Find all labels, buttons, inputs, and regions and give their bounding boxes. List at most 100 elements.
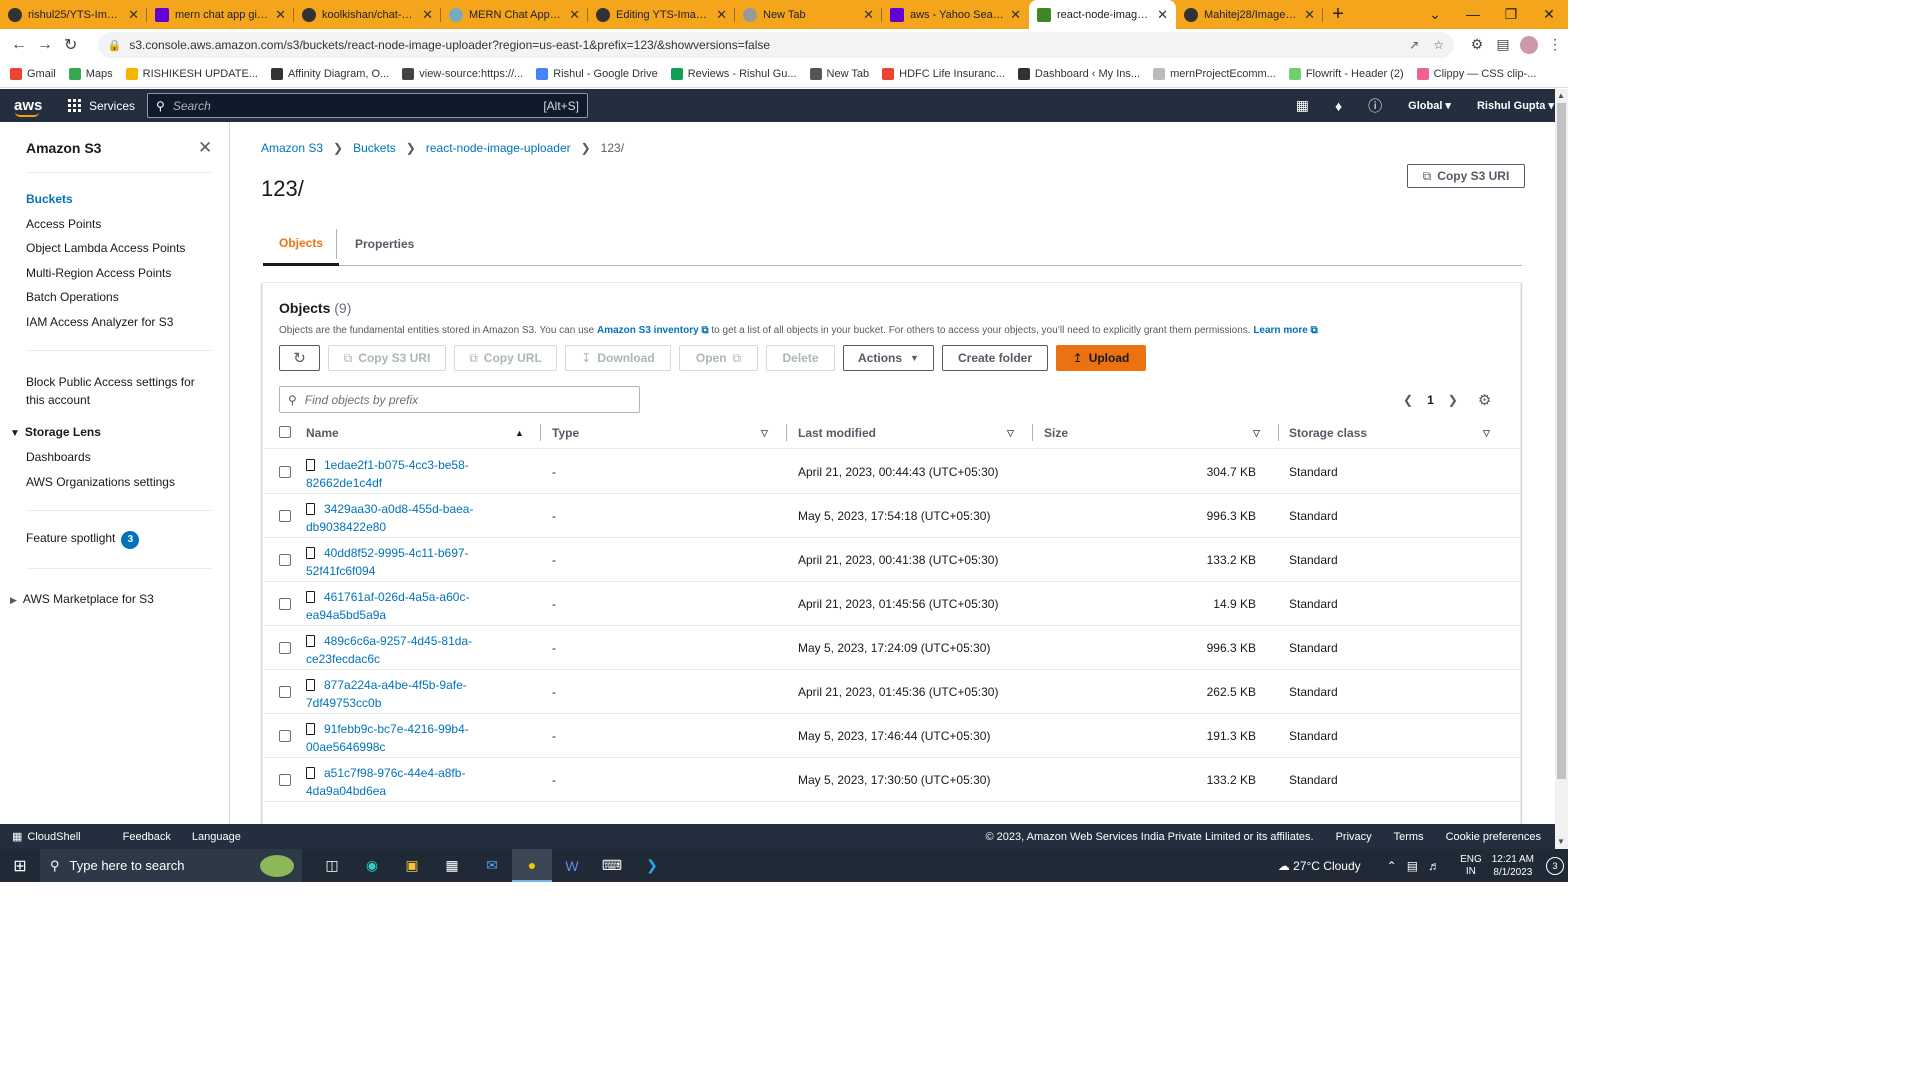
- column-header-storage-class[interactable]: Storage class ▽: [1289, 426, 1490, 440]
- url-text[interactable]: s3.console.aws.amazon.com/s3/buckets/rea…: [129, 38, 1395, 52]
- cloudshell-icon[interactable]: ▦: [1296, 97, 1309, 114]
- column-header-last-modified[interactable]: Last modified ▽: [798, 426, 1014, 440]
- sidebar-item-block-public-access[interactable]: Block Public Access settings for this ac…: [26, 373, 195, 409]
- storage-lens-section[interactable]: ▼ Storage Lens: [10, 425, 101, 439]
- row-checkbox[interactable]: [279, 466, 291, 478]
- sidebar-item-object-lambda[interactable]: Object Lambda Access Points: [26, 241, 185, 255]
- forward-icon[interactable]: →: [32, 36, 58, 54]
- url-bar[interactable]: 🔒 s3.console.aws.amazon.com/s3/buckets/r…: [97, 32, 1454, 58]
- scroll-up-icon[interactable]: ▲: [1557, 91, 1565, 100]
- row-checkbox[interactable]: [279, 554, 291, 566]
- inventory-link[interactable]: Amazon S3 inventory ⧉: [597, 325, 709, 336]
- services-menu[interactable]: Services: [68, 98, 135, 113]
- cookie-preferences-link[interactable]: Cookie preferences: [1446, 831, 1541, 843]
- column-header-size[interactable]: Size ▽: [1044, 426, 1260, 440]
- tab-properties[interactable]: Properties: [339, 222, 430, 265]
- browser-tab[interactable]: react-node-image-upl ✕: [1029, 0, 1176, 29]
- back-icon[interactable]: ←: [6, 36, 32, 54]
- bookmark-item[interactable]: Dashboard ‹ My Ins...: [1017, 68, 1140, 80]
- page-scrollbar[interactable]: ▲ ▼: [1555, 89, 1568, 849]
- language-link[interactable]: Language: [192, 831, 241, 843]
- notifications-bell-icon[interactable]: ♦: [1335, 98, 1342, 114]
- weather-widget[interactable]: ☁ 27°C Cloudy: [1278, 859, 1361, 873]
- feedback-link[interactable]: Feedback: [123, 831, 171, 843]
- browser-tab[interactable]: aws - Yahoo Search Re ✕: [882, 0, 1029, 29]
- bookmark-item[interactable]: Maps: [68, 68, 113, 80]
- sidebar-item-iam-access-analyzer[interactable]: IAM Access Analyzer for S3: [26, 315, 173, 329]
- row-checkbox[interactable]: [279, 642, 291, 654]
- privacy-link[interactable]: Privacy: [1336, 831, 1372, 843]
- column-divider[interactable]: [1032, 424, 1033, 441]
- close-tab-icon[interactable]: ✕: [716, 7, 727, 23]
- bookmark-item[interactable]: HDFC Life Insuranc...: [882, 68, 1005, 80]
- row-checkbox[interactable]: [279, 686, 291, 698]
- settings-gear-icon[interactable]: ⚙: [1478, 391, 1491, 409]
- create-folder-button[interactable]: Create folder: [942, 345, 1048, 371]
- terminal-icon[interactable]: ⌨: [592, 849, 632, 882]
- close-tab-icon[interactable]: ✕: [128, 7, 139, 23]
- next-page-icon[interactable]: ❯: [1448, 393, 1458, 407]
- lock-icon[interactable]: 🔒: [108, 39, 122, 52]
- bookmark-item[interactable]: New Tab: [809, 68, 869, 80]
- object-name-link[interactable]: a51c7f98-976c-44e4-a8fb- 4da9a04bd6ea: [306, 764, 496, 800]
- reload-icon[interactable]: ↻: [58, 35, 84, 55]
- terms-link[interactable]: Terms: [1394, 831, 1424, 843]
- object-name-link[interactable]: 91febb9c-bc7e-4216-99b4- 00ae5646998c: [306, 720, 496, 756]
- object-name-link[interactable]: 489c6c6a-9257-4d45-81da-ce23fecdac6c: [306, 632, 496, 668]
- close-tab-icon[interactable]: ✕: [1157, 7, 1168, 23]
- object-name-link[interactable]: 40dd8f52-9995-4c11-b697- 52f41fc6f094: [306, 544, 496, 580]
- sidebar-icon[interactable]: ▤: [1490, 36, 1516, 54]
- browser-tab[interactable]: MERN Chat App Guide ✕: [441, 0, 588, 29]
- vscode-icon[interactable]: ❯: [632, 849, 672, 882]
- column-divider[interactable]: [1278, 424, 1279, 441]
- file-explorer-icon[interactable]: ▣: [392, 849, 432, 882]
- bookmark-item[interactable]: view-source:https://...: [402, 68, 523, 80]
- close-tab-icon[interactable]: ✕: [1304, 7, 1315, 23]
- column-divider[interactable]: [786, 424, 787, 441]
- sidebar-item-batch-operations[interactable]: Batch Operations: [26, 290, 119, 304]
- browser-tab[interactable]: New Tab ✕: [735, 0, 882, 29]
- copy-s3-uri-button[interactable]: ⧉ Copy S3 URI: [1407, 164, 1525, 188]
- browser-tab[interactable]: Mahitej28/Image_uplo ✕: [1176, 0, 1323, 29]
- aws-logo[interactable]: aws: [14, 97, 54, 117]
- close-tab-icon[interactable]: ✕: [569, 7, 580, 23]
- region-selector[interactable]: Global ▾: [1408, 99, 1451, 112]
- close-tab-icon[interactable]: ✕: [422, 7, 433, 23]
- object-name-link[interactable]: 1edae2f1-b075-4cc3-be58- 82662de1c4df: [306, 456, 496, 492]
- scrollbar-thumb[interactable]: [1557, 103, 1566, 779]
- tab-objects[interactable]: Objects: [263, 222, 340, 266]
- tab-search-icon[interactable]: ⌄: [1416, 0, 1454, 29]
- edge-icon[interactable]: ◉: [352, 849, 392, 882]
- copy-s3-uri-toolbar-button[interactable]: ⧉ Copy S3 URI: [328, 345, 446, 371]
- close-tab-icon[interactable]: ✕: [863, 7, 874, 23]
- microsoft-store-icon[interactable]: ▦: [432, 849, 472, 882]
- breadcrumb-bucket[interactable]: react-node-image-uploader: [426, 141, 571, 155]
- bookmark-item[interactable]: Rishul - Google Drive: [536, 68, 658, 80]
- close-icon[interactable]: ✕: [198, 138, 212, 158]
- current-page[interactable]: 1: [1427, 393, 1434, 407]
- upload-button[interactable]: ↥ Upload: [1056, 345, 1146, 371]
- maximize-button[interactable]: ❐: [1492, 0, 1530, 29]
- row-checkbox[interactable]: [279, 730, 291, 742]
- bookmark-item[interactable]: mernProjectEcomm...: [1153, 68, 1276, 80]
- copy-url-button[interactable]: ⧉ Copy URL: [454, 345, 557, 371]
- bookmark-item[interactable]: Flowrift - Header (2): [1288, 68, 1404, 80]
- aws-search-input[interactable]: ⚲ Search [Alt+S]: [147, 93, 589, 118]
- help-icon[interactable]: ⓘ: [1368, 96, 1382, 116]
- prev-page-icon[interactable]: ❮: [1403, 393, 1413, 407]
- taskbar-search-input[interactable]: ⚲ Type here to search: [40, 849, 302, 882]
- learn-more-link[interactable]: Learn more ⧉: [1253, 325, 1317, 336]
- browser-tab[interactable]: rishul25/YTS-Image-U ✕: [0, 0, 147, 29]
- refresh-button[interactable]: ↻: [279, 345, 320, 371]
- chrome-icon[interactable]: ●: [512, 849, 552, 882]
- column-header-type[interactable]: Type ▽: [552, 426, 768, 440]
- bookmark-item[interactable]: RISHIKESH UPDATE...: [125, 68, 258, 80]
- sidebar-item-multi-region[interactable]: Multi-Region Access Points: [26, 266, 171, 280]
- language-indicator[interactable]: ENG IN: [1460, 854, 1482, 878]
- browser-tab[interactable]: Editing YTS-Image-Up ✕: [588, 0, 735, 29]
- close-tab-icon[interactable]: ✕: [275, 7, 286, 23]
- browser-tab[interactable]: mern chat app github ✕: [147, 0, 294, 29]
- sidebar-item-dashboards[interactable]: Dashboards: [26, 450, 91, 464]
- delete-button[interactable]: Delete: [766, 345, 835, 371]
- bookmark-star-icon[interactable]: ☆: [1433, 38, 1444, 52]
